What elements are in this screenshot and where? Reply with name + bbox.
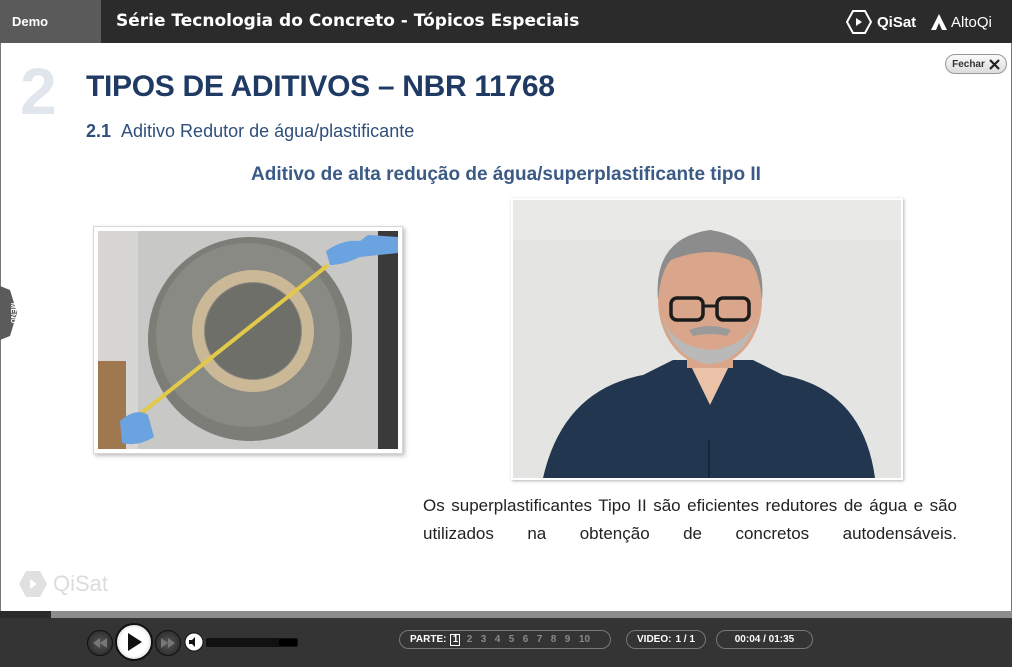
subsection-title: Aditivo Redutor de água/plastificante [121,121,415,141]
menu-tab-label: MENU [9,303,16,324]
time-display: 00:04 / 01:35 [716,630,813,649]
part-button[interactable]: 4 [492,634,502,645]
time-value: 00:04 / 01:35 [734,634,795,645]
slump-flow-photo [93,226,403,454]
part-button[interactable]: 10 [576,634,592,645]
part-button[interactable]: 7 [534,634,544,645]
menu-tab[interactable]: MENU [0,286,17,340]
volume-icon[interactable] [184,632,204,652]
play-icon [128,633,142,651]
top-bar: Demo Série Tecnologia do Concreto - Tópi… [0,0,1012,43]
qisat-watermark: QiSat [18,570,108,598]
close-icon [989,58,1000,70]
subsection-heading: 2.1 Aditivo Redutor de água/plastificante [86,121,414,142]
parts-selector: PARTE: 1 2 3 4 5 6 7 8 9 10 [399,630,611,649]
part-button[interactable]: 2 [464,634,474,645]
parts-label: PARTE: [410,634,447,645]
watermark-text: QiSat [53,571,109,596]
section-title: TIPOS DE ADITIVOS – NBR 11768 [86,70,555,103]
watermark-logo-icon [19,571,47,597]
menu-tab-shape: MENU [0,286,17,340]
close-button-label: Fechar [952,58,985,70]
volume-slider[interactable] [206,638,298,647]
section-number: 2 [20,54,57,128]
close-button[interactable]: Fechar [945,54,1007,74]
part-button[interactable]: 8 [548,634,558,645]
play-button[interactable] [115,623,153,661]
player-controls: PARTE: 1 2 3 4 5 6 7 8 9 10 VIDEO: 1 / 1… [0,618,1012,667]
slide-subtitle: Aditivo de alta redução de água/superpla… [251,164,761,185]
instructor-video-frame [513,200,901,478]
part-button[interactable]: 9 [562,634,572,645]
qisat-logo-icon [846,10,872,34]
playback-progress-bar[interactable] [0,611,1012,618]
part-button[interactable]: 3 [478,634,488,645]
part-button[interactable]: 5 [506,634,516,645]
playback-progress-fill [0,611,51,618]
qisat-brand-text: QiSat [877,13,917,31]
demo-label: Demo [0,0,101,43]
video-label: VIDEO: [637,634,672,645]
fast-forward-icon [161,638,175,648]
rewind-button[interactable] [87,630,113,656]
subsection-number: 2.1 [86,121,112,141]
part-button[interactable]: 1 [450,633,461,646]
video-value: 1 / 1 [675,634,695,645]
volume-handle[interactable] [279,639,297,646]
instructor-video[interactable] [511,198,903,480]
altoqi-logo: AltoQi [930,9,992,35]
rewind-icon [93,638,107,648]
part-button[interactable]: 6 [520,634,530,645]
fast-forward-button[interactable] [155,630,181,656]
altoqi-brand-text: AltoQi [951,13,992,31]
video-counter: VIDEO: 1 / 1 [626,630,706,649]
slide-caption: Os superplastificantes Tipo II são efici… [423,496,957,543]
altoqi-logo-icon [931,14,947,30]
qisat-logo: QiSat [846,9,916,35]
concrete-spread-illustration [98,231,398,449]
course-title: Série Tecnologia do Concreto - Tópicos E… [116,11,580,31]
